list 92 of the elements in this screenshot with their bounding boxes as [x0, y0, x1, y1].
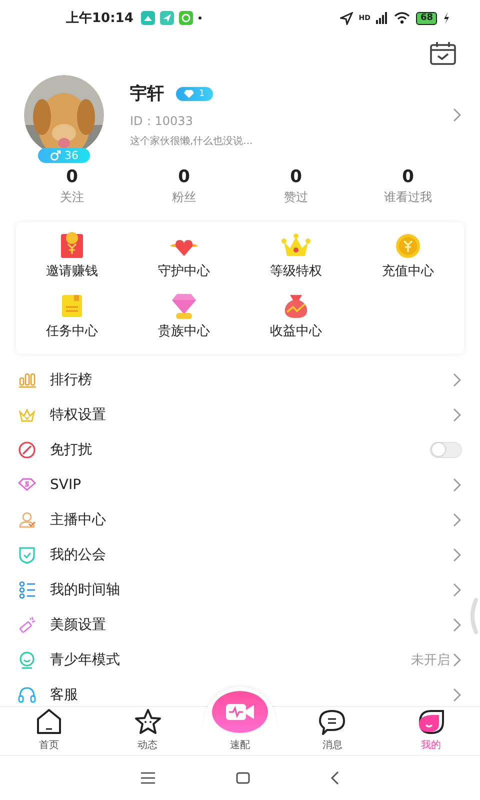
star-icon — [134, 708, 162, 736]
shield-check-icon — [18, 546, 36, 564]
chevron-right-icon — [452, 686, 462, 702]
menu-label: 特权设置 — [50, 406, 106, 424]
tab-bar-item[interactable]: 消息 — [283, 707, 382, 755]
signal-icon — [376, 12, 388, 24]
user-id: ID：10033 — [130, 113, 194, 130]
square-icon — [236, 772, 250, 784]
tab-bar-item[interactable]: 首页 — [0, 707, 98, 755]
age-text: 36 — [64, 149, 78, 162]
menu-item[interactable]: 青少年模式 未开启 — [0, 642, 480, 677]
feature-label[interactable]: 任务中心 — [46, 324, 98, 340]
status-time: 上午10:14 — [66, 10, 134, 27]
menu-item[interactable]: 特权设置 — [0, 397, 480, 432]
charging-icon — [443, 12, 450, 24]
menu-label: 免打扰 — [50, 440, 92, 458]
dot-icon — [198, 16, 202, 20]
feature-label[interactable]: 等级特权 — [270, 264, 322, 280]
magic-wand-icon — [18, 616, 36, 634]
stat-count: 0 — [402, 166, 414, 188]
svip-badge-icon — [18, 476, 36, 494]
back-nav-button[interactable] — [330, 771, 340, 785]
feature-label[interactable]: 收益中心 — [270, 324, 322, 340]
chevron-right-icon — [452, 372, 462, 388]
home-icon — [35, 708, 64, 736]
menu-item[interactable]: SVIP — [0, 467, 480, 502]
menu-label: 排行榜 — [50, 370, 92, 388]
chevron-right-icon — [452, 546, 462, 562]
location-icon — [340, 12, 353, 24]
level-text: 1 — [199, 88, 205, 98]
menu-item[interactable]: 我的公会 — [0, 537, 480, 572]
feature-label[interactable]: 守护中心 — [158, 264, 210, 280]
menu-item[interactable]: 客服 — [0, 677, 480, 706]
stat-label: 关注 — [60, 189, 84, 206]
chevron-right-icon — [452, 582, 462, 598]
menu-label: SVIP — [50, 476, 82, 492]
calendar-check-icon[interactable] — [430, 41, 456, 65]
back-icon — [330, 771, 340, 785]
menu-label: 青少年模式 — [50, 650, 120, 668]
stat-label: 谁看过我 — [384, 189, 432, 206]
send-notification-icon — [160, 11, 174, 25]
chevron-right-icon — [452, 406, 462, 422]
chat-bubble-icon — [318, 708, 346, 736]
male-icon — [50, 150, 60, 161]
stat-count: 0 — [290, 166, 302, 188]
home-nav-button[interactable] — [236, 772, 250, 784]
menu-value: 未开启 — [411, 652, 450, 668]
stat-label: 赞过 — [284, 189, 308, 206]
menu-label: 客服 — [50, 686, 78, 704]
bar-chart-icon — [18, 370, 36, 388]
chat-notification-icon — [179, 11, 194, 25]
toggle-switch[interactable] — [430, 442, 462, 458]
video-camera-icon — [225, 702, 255, 722]
menu-label: 我的时间轴 — [50, 580, 120, 598]
menu-item[interactable]: 我的时间轴 — [0, 572, 480, 607]
stat-count: 0 — [178, 166, 190, 188]
teen-face-icon — [18, 650, 36, 668]
vip-gem-icon[interactable] — [169, 292, 199, 320]
chevron-right-icon — [452, 616, 462, 632]
side-handle[interactable] — [468, 598, 478, 634]
chevron-right-icon — [452, 652, 462, 668]
stat-label: 粉丝 — [172, 189, 196, 206]
wifi-icon — [394, 12, 410, 24]
app-notification-icon — [141, 11, 156, 25]
battery-level: 68 — [416, 12, 437, 24]
no-entry-icon — [18, 440, 36, 458]
tab-bar-item[interactable]: 动态 — [98, 707, 197, 755]
user-bio: 这个家伙很懒,什么也没说... — [130, 134, 254, 148]
menu-label: 美颜设置 — [50, 616, 106, 634]
user-name: 宇轩 — [130, 83, 164, 105]
feature-label[interactable]: 贵族中心 — [158, 324, 210, 340]
menu-label: 主播中心 — [50, 510, 106, 528]
menu-item[interactable]: 排行榜 — [0, 362, 480, 397]
menu-item[interactable]: 免打扰 — [0, 432, 480, 467]
coin-icon[interactable] — [393, 232, 423, 260]
chevron-right-icon — [452, 512, 462, 528]
tab-bar-item[interactable]: 速配 — [224, 738, 256, 755]
feature-label[interactable]: 充值中心 — [382, 264, 434, 280]
chevron-right-icon[interactable] — [452, 107, 462, 123]
feature-label[interactable]: 邀请赚钱 — [46, 264, 98, 280]
menu-nav-button[interactable] — [140, 772, 156, 784]
diamond-icon — [184, 90, 194, 98]
match-video-button[interactable] — [212, 691, 268, 733]
user-check-icon — [18, 510, 36, 528]
menu-icon — [140, 772, 156, 784]
timeline-icon — [18, 580, 36, 598]
stat-count: 0 — [66, 166, 78, 188]
headset-icon — [18, 686, 36, 704]
menu-label: 我的公会 — [50, 546, 106, 564]
menu-item[interactable]: 美颜设置 — [0, 607, 480, 642]
menu-item[interactable]: 主播中心 — [0, 502, 480, 537]
chevron-right-icon — [452, 476, 462, 492]
